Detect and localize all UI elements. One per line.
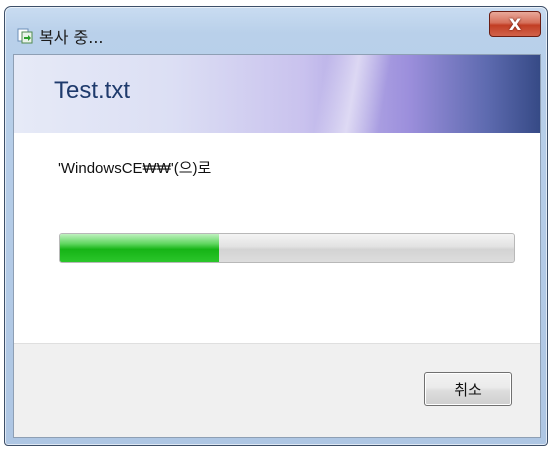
dialog-content: Test.txt 'WindowsCE₩₩'(으)로 취소 — [13, 54, 541, 438]
destination-text: 'WindowsCE₩₩'(으)로 — [58, 160, 212, 177]
file-header-banner: Test.txt — [14, 55, 540, 133]
dialog-footer: 취소 — [14, 343, 540, 437]
copy-icon — [17, 28, 33, 44]
file-name: Test.txt — [54, 77, 131, 104]
window-title: 복사 중... — [39, 28, 104, 47]
cancel-button[interactable]: 취소 — [424, 372, 512, 406]
close-button[interactable]: X — [489, 11, 541, 37]
copy-dialog-window: 복사 중... X Test.txt 'WindowsCE₩₩'(으)로 취소 — [4, 6, 548, 446]
progress-fill — [60, 234, 219, 262]
title-bar[interactable]: 복사 중... X — [5, 7, 547, 53]
copy-progress-bar — [59, 233, 515, 263]
